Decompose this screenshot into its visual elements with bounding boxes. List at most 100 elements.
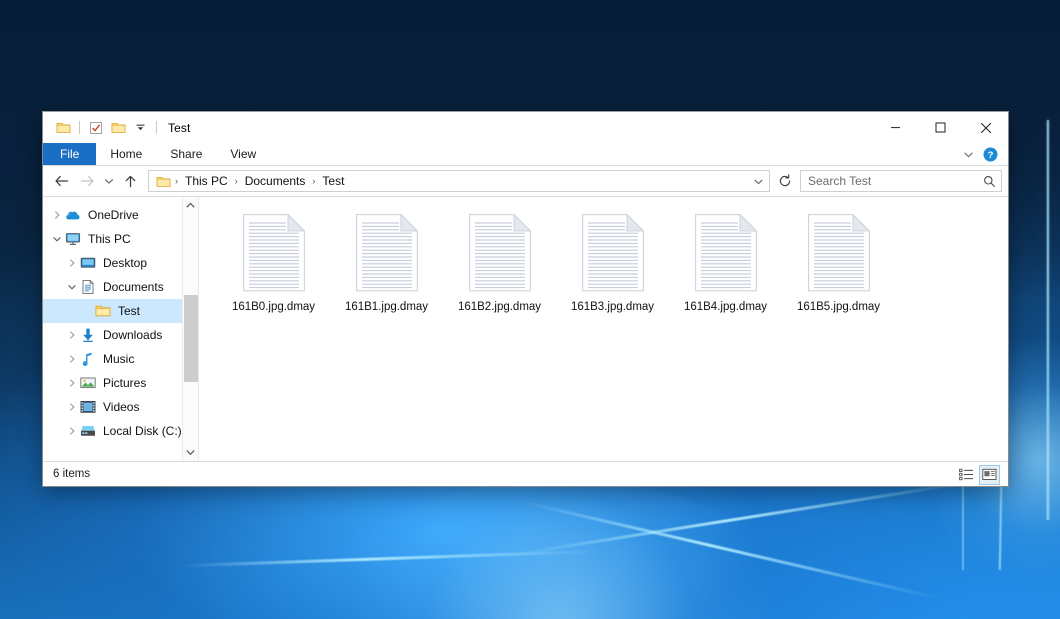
- sidebar-item-desktop[interactable]: Desktop: [43, 251, 182, 275]
- breadcrumb-separator-icon[interactable]: ›: [232, 176, 241, 186]
- properties-icon[interactable]: [85, 117, 107, 139]
- window-title: Test: [168, 121, 190, 135]
- downloads-arrow-icon: [80, 327, 96, 343]
- navigation-pane: OneDrive This PC Desktop Documents Test Downl…: [43, 197, 182, 461]
- breadcrumb-item-test[interactable]: Test: [318, 173, 348, 189]
- videos-filmstrip-icon: [80, 399, 96, 415]
- sidebar-item-pictures[interactable]: Pictures: [43, 371, 182, 395]
- window-controls: [873, 112, 1008, 143]
- sidebar-item-label: This PC: [88, 232, 131, 246]
- status-bar: 6 items: [43, 461, 1008, 486]
- file-item[interactable]: 161B4.jpg.dmay: [669, 209, 782, 329]
- breadcrumb-item-this-pc[interactable]: This PC: [181, 173, 232, 189]
- sidebar-item-label: Test: [118, 304, 140, 318]
- file-list-view[interactable]: 161B0.jpg.dmay 161B1.jpg.dmay 161B2.jpg.dm…: [198, 197, 1008, 461]
- sidebar-item-label: Desktop: [103, 256, 147, 270]
- scroll-down-icon[interactable]: [183, 444, 199, 461]
- generic-document-icon: [695, 213, 757, 293]
- chevron-right-icon[interactable]: [64, 419, 80, 443]
- tab-file[interactable]: File: [43, 143, 96, 165]
- desktop-background: Test File Home Share View: [0, 0, 1060, 619]
- chevron-down-icon[interactable]: [49, 227, 65, 251]
- sidebar-item-this-pc[interactable]: This PC: [43, 227, 182, 251]
- chevron-right-icon[interactable]: [49, 203, 65, 227]
- search-input[interactable]: Search Test: [808, 174, 983, 188]
- chevron-right-icon[interactable]: [64, 371, 80, 395]
- sidebar-item-downloads[interactable]: Downloads: [43, 323, 182, 347]
- breadcrumb-item-documents[interactable]: Documents: [241, 173, 310, 189]
- sidebar-item-music[interactable]: Music: [43, 347, 182, 371]
- file-item[interactable]: 161B0.jpg.dmay: [217, 209, 330, 329]
- recent-locations-button[interactable]: [99, 169, 118, 193]
- file-name-label: 161B0.jpg.dmay: [232, 300, 315, 314]
- tab-home[interactable]: Home: [96, 143, 156, 165]
- chevron-right-icon[interactable]: [64, 251, 80, 275]
- breadcrumb-folder-icon: [156, 175, 171, 188]
- this-pc-monitor-icon: [65, 231, 81, 247]
- maximize-button[interactable]: [918, 112, 963, 143]
- scrollbar-track[interactable]: [183, 214, 199, 444]
- sidebar-item-label: Pictures: [103, 376, 146, 390]
- chevron-right-icon[interactable]: [64, 347, 80, 371]
- search-box[interactable]: Search Test: [800, 170, 1002, 192]
- chevron-right-icon[interactable]: [64, 395, 80, 419]
- navigation-pane-scrollbar[interactable]: [182, 197, 198, 461]
- large-icons-view-button[interactable]: [979, 465, 1000, 485]
- close-button[interactable]: [963, 112, 1008, 143]
- documents-icon: [80, 279, 96, 295]
- address-dropdown-icon[interactable]: [750, 171, 767, 191]
- chevron-right-icon[interactable]: [64, 323, 80, 347]
- chevron-down-icon[interactable]: [129, 117, 151, 139]
- sidebar-item-local-disk-c[interactable]: Local Disk (C:): [43, 419, 182, 443]
- sidebar-item-label: Downloads: [103, 328, 162, 342]
- address-bar[interactable]: › This PC › Documents › Test: [148, 170, 770, 192]
- breadcrumb-separator-icon[interactable]: ›: [309, 176, 318, 186]
- sidebar-item-videos[interactable]: Videos: [43, 395, 182, 419]
- file-name-label: 161B1.jpg.dmay: [345, 300, 428, 314]
- new-folder-icon[interactable]: [107, 117, 129, 139]
- explorer-body: OneDrive This PC Desktop Documents Test Downl…: [43, 196, 1008, 461]
- file-name-label: 161B5.jpg.dmay: [797, 300, 880, 314]
- forward-button[interactable]: [74, 169, 99, 193]
- hard-drive-icon: [80, 423, 96, 439]
- file-explorer-window: Test File Home Share View: [42, 111, 1009, 487]
- file-item[interactable]: 161B5.jpg.dmay: [782, 209, 895, 329]
- tree-spacer: [79, 299, 95, 323]
- tab-view[interactable]: View: [216, 143, 270, 165]
- help-icon[interactable]: ?: [983, 147, 998, 162]
- ribbon-right-controls: ?: [962, 143, 1004, 166]
- details-view-button[interactable]: [956, 465, 977, 485]
- scroll-up-icon[interactable]: [183, 197, 199, 214]
- ribbon-tab-bar: File Home Share View ?: [43, 143, 1008, 166]
- onedrive-cloud-icon: [65, 207, 81, 223]
- sidebar-item-label: Local Disk (C:): [103, 424, 182, 438]
- minimize-button[interactable]: [873, 112, 918, 143]
- sidebar-item-test[interactable]: Test: [43, 299, 182, 323]
- generic-document-icon: [243, 213, 305, 293]
- file-item[interactable]: 161B1.jpg.dmay: [330, 209, 443, 329]
- breadcrumb: › This PC › Documents › Test: [154, 173, 750, 189]
- search-icon[interactable]: [983, 175, 996, 188]
- file-name-label: 161B4.jpg.dmay: [684, 300, 767, 314]
- file-item[interactable]: 161B2.jpg.dmay: [443, 209, 556, 329]
- sidebar-item-onedrive[interactable]: OneDrive: [43, 203, 182, 227]
- sidebar-item-label: Documents: [103, 280, 164, 294]
- file-item[interactable]: 161B3.jpg.dmay: [556, 209, 669, 329]
- music-note-icon: [80, 351, 96, 367]
- breadcrumb-separator-icon[interactable]: ›: [172, 176, 181, 186]
- sidebar-item-label: OneDrive: [88, 208, 139, 222]
- tab-share[interactable]: Share: [156, 143, 216, 165]
- chevron-down-icon[interactable]: [64, 275, 80, 299]
- folder-icon[interactable]: [52, 117, 74, 139]
- sidebar-item-documents[interactable]: Documents: [43, 275, 182, 299]
- chevron-down-icon[interactable]: [962, 148, 975, 161]
- sidebar-item-label: Videos: [103, 400, 139, 414]
- qat-separator-1: [79, 121, 80, 134]
- up-button[interactable]: [118, 169, 143, 193]
- quick-access-toolbar: Test: [43, 117, 190, 139]
- refresh-button[interactable]: [774, 170, 796, 192]
- scrollbar-thumb[interactable]: [184, 295, 198, 382]
- back-button[interactable]: [49, 169, 74, 193]
- view-mode-buttons: [956, 462, 1000, 487]
- folder-icon: [95, 303, 111, 319]
